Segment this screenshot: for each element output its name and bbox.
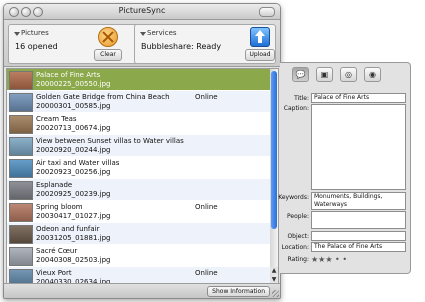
title-bar[interactable]: PictureSync xyxy=(4,4,280,20)
photo-title: Palace of Fine Arts xyxy=(36,71,101,79)
photo-caption: Esplanade 20020925_00239.jpg xyxy=(36,181,110,199)
tab-web-globe-icon[interactable]: ◉ xyxy=(364,67,381,82)
photo-thumbnail xyxy=(9,159,33,178)
rating-stars[interactable]: ★★★ • • xyxy=(311,255,347,264)
photo-caption: Spring bloom 20030417_01027.jpg xyxy=(36,203,110,221)
title-field[interactable]: Palace of Fine Arts xyxy=(311,93,406,103)
photo-filename: 20030417_01027.jpg xyxy=(36,212,111,220)
clear-button-label: Clear xyxy=(94,49,122,61)
tab-keywords-icon[interactable]: ▣ xyxy=(316,67,333,82)
photo-caption: Sacré Cœur 20040308_02503.jpg xyxy=(36,247,110,265)
people-label: People: xyxy=(287,213,309,220)
services-pane: Services Bubbleshare: Ready Upload xyxy=(134,24,276,64)
info-tabs: 💬 ▣ ◎ ◉ xyxy=(280,67,410,83)
photo-filename: 20020925_00239.jpg xyxy=(36,190,111,198)
photo-caption: Cream Teas 20020713_00674.jpg xyxy=(36,115,110,133)
photo-thumbnail xyxy=(9,115,33,134)
photo-thumbnail xyxy=(9,181,33,200)
scrollbar-thumb[interactable] xyxy=(271,71,277,229)
photo-caption: View between Sunset villas to Water vill… xyxy=(36,137,184,155)
photo-title: Golden Gate Bridge from China Beach xyxy=(36,93,170,101)
list-item[interactable]: Odeon and funfair 20031205_01881.jpg xyxy=(7,223,271,245)
photo-title: View between Sunset villas to Water vill… xyxy=(36,137,184,145)
toolbar: Pictures 16 opened Clear Services Bubble… xyxy=(4,20,280,67)
photo-title: Vieux Port xyxy=(36,269,72,277)
clear-icon xyxy=(98,27,118,47)
resize-grip-icon[interactable] xyxy=(272,290,279,297)
photo-list[interactable]: Palace of Fine Arts 20000225_00550.jpg Gol… xyxy=(6,68,272,285)
keywords-field[interactable]: Monuments, Buildings, Waterways xyxy=(311,192,406,210)
tab-location-icon[interactable]: ◎ xyxy=(340,67,357,82)
photo-title: Spring bloom xyxy=(36,203,83,211)
toolbar-toggle-button[interactable] xyxy=(259,7,275,17)
drawer-handle-icon[interactable] xyxy=(410,160,414,168)
photo-filename: 20020920_00244.jpg xyxy=(36,146,111,154)
upload-status: Online xyxy=(195,93,218,101)
bottom-bar: Show Information xyxy=(4,283,280,298)
vertical-scrollbar[interactable]: ▲ ▼ xyxy=(270,68,279,285)
photo-thumbnail xyxy=(9,137,33,156)
people-field[interactable] xyxy=(311,211,406,229)
list-item[interactable]: Spring bloom 20030417_01027.jpg Online xyxy=(7,201,271,223)
upload-status: Online xyxy=(195,269,218,277)
list-item[interactable]: Palace of Fine Arts 20000225_00550.jpg xyxy=(7,69,271,91)
scroll-up-arrow-icon[interactable]: ▲ xyxy=(270,267,278,275)
photo-title: Air taxi and Water villas xyxy=(36,159,120,167)
photo-thumbnail xyxy=(9,93,33,112)
pictures-pane: Pictures 16 opened Clear xyxy=(8,24,150,64)
location-label: Location: xyxy=(281,244,309,251)
photo-thumbnail xyxy=(9,203,33,222)
upload-button[interactable]: Upload xyxy=(245,27,275,61)
caption-label: Caption: xyxy=(283,105,309,112)
photo-filename: 20040308_02503.jpg xyxy=(36,256,111,264)
list-item[interactable]: Esplanade 20020925_00239.jpg xyxy=(7,179,271,201)
rating-label: Rating: xyxy=(287,256,309,263)
window-title: PictureSync xyxy=(118,6,166,15)
photo-thumbnail xyxy=(9,247,33,266)
services-label: Services xyxy=(147,29,177,37)
list-item[interactable]: Air taxi and Water villas 20020923_00256.… xyxy=(7,157,271,179)
title-label: Title: xyxy=(294,95,309,102)
list-item[interactable]: Cream Teas 20020713_00674.jpg xyxy=(7,113,271,135)
photo-caption: Odeon and funfair 20031205_01881.jpg xyxy=(36,225,110,243)
clear-button[interactable]: Clear xyxy=(94,27,122,61)
pictures-label: Pictures xyxy=(21,29,49,37)
pictures-count: 16 opened xyxy=(15,42,58,51)
upload-arrow-icon xyxy=(250,27,270,47)
disclosure-triangle-icon[interactable] xyxy=(140,32,146,36)
photo-title: Cream Teas xyxy=(36,115,77,123)
services-status: Bubbleshare: Ready xyxy=(141,42,222,51)
photo-filename: 20000225_00550.jpg xyxy=(36,80,111,88)
photo-filename: 20000301_00585.jpg xyxy=(36,102,111,110)
photo-filename: 20020713_00674.jpg xyxy=(36,124,111,132)
keywords-label: Keywords: xyxy=(278,194,309,201)
upload-button-label: Upload xyxy=(245,49,275,61)
show-information-button[interactable]: Show Information xyxy=(207,286,270,297)
photo-filename: 20031205_01881.jpg xyxy=(36,234,111,242)
photo-title: Esplanade xyxy=(36,181,73,189)
object-label: Object: xyxy=(287,233,309,240)
info-drawer: 💬 ▣ ◎ ◉ Title: Palace of Fine Arts Capti… xyxy=(278,62,411,274)
tab-info-speech-bubble-icon[interactable]: 💬 xyxy=(292,67,309,82)
photo-caption: Palace of Fine Arts 20000225_00550.jpg xyxy=(36,71,110,89)
photo-caption: Air taxi and Water villas 20020923_00256.… xyxy=(36,159,119,177)
photo-thumbnail xyxy=(9,71,33,90)
photo-thumbnail xyxy=(9,225,33,244)
main-window: PictureSync Pictures 16 opened Clear Ser… xyxy=(3,3,281,299)
upload-status: Online xyxy=(195,203,218,211)
object-field[interactable] xyxy=(311,231,406,241)
photo-title: Odeon and funfair xyxy=(36,225,100,233)
photo-caption: Golden Gate Bridge from China Beach 20000… xyxy=(36,93,170,111)
caption-field[interactable] xyxy=(311,104,406,190)
list-item[interactable]: View between Sunset villas to Water vill… xyxy=(7,135,271,157)
list-item[interactable]: Sacré Cœur 20040308_02503.jpg xyxy=(7,245,271,267)
location-field[interactable]: The Palace of Fine Arts xyxy=(311,242,406,252)
photo-title: Sacré Cœur xyxy=(36,247,78,255)
list-item[interactable]: Golden Gate Bridge from China Beach 20000… xyxy=(7,91,271,113)
photo-filename: 20020923_00256.jpg xyxy=(36,168,111,176)
disclosure-triangle-icon[interactable] xyxy=(14,32,20,36)
